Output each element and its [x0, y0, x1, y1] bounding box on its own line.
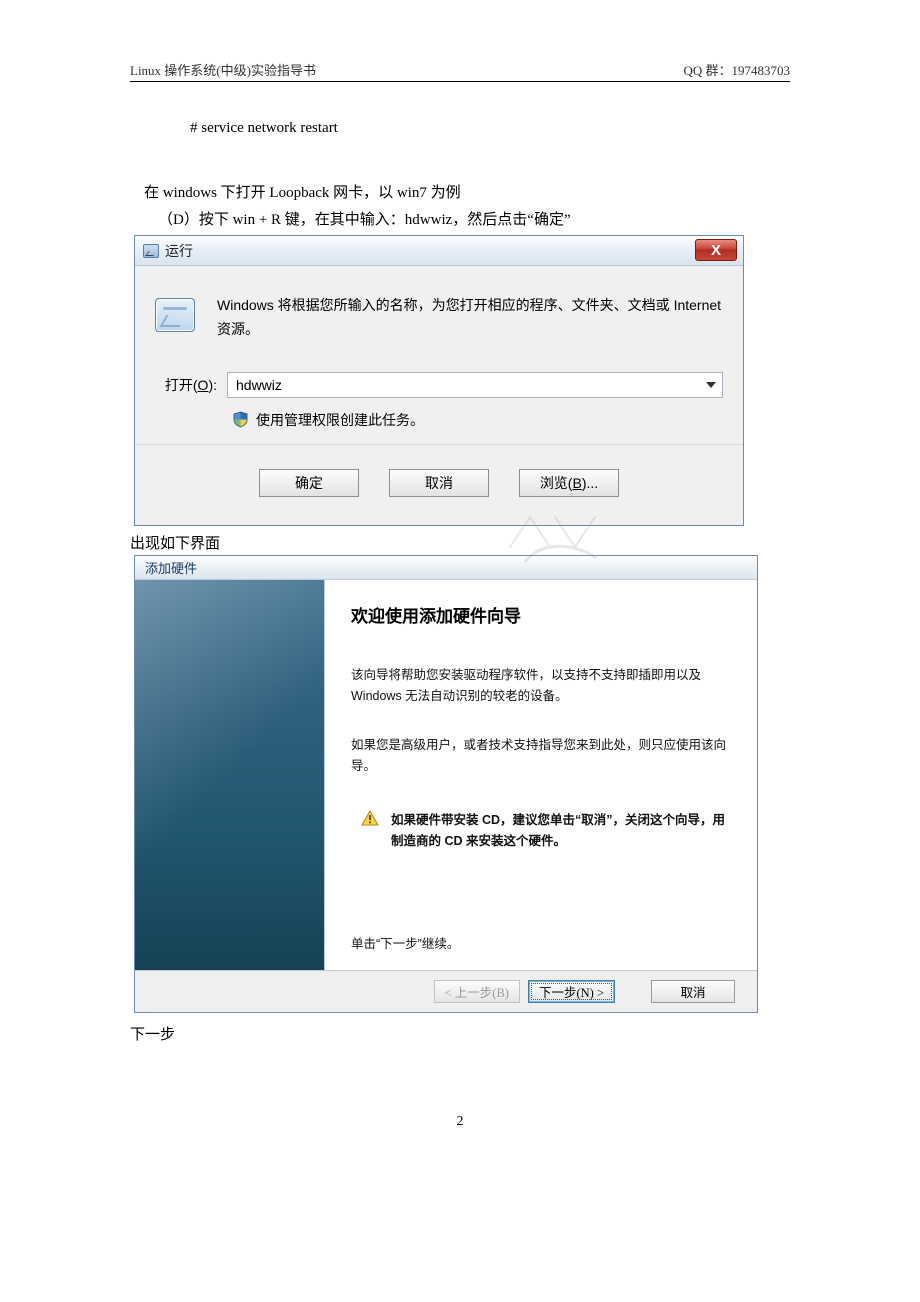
run-dialog: 运行 X Windows 将根据您所输入的名称，为您打开相应的程序、文件夹、文档… — [134, 235, 744, 526]
open-combobox-value: hdwwiz — [236, 377, 282, 393]
wizard-heading: 欢迎使用添加硬件向导 — [351, 602, 729, 627]
browse-button[interactable]: 浏览(B)... — [519, 469, 619, 497]
open-label-key: O — [198, 377, 209, 393]
admin-text: 使用管理权限创建此任务。 — [256, 410, 424, 430]
cancel-button[interactable]: 取消 — [389, 469, 489, 497]
wizard-side-banner — [135, 580, 325, 970]
browse-key: B — [572, 475, 581, 491]
shield-icon — [233, 411, 248, 428]
wizard-continue-text: 单击“下一步”继续。 — [351, 933, 729, 960]
run-large-icon — [155, 298, 195, 332]
ok-button[interactable]: 确定 — [259, 469, 359, 497]
run-dialog-footer: 确定 取消 浏览(B)... — [135, 444, 743, 525]
after-text: 下一步 — [130, 1023, 790, 1044]
next-button[interactable]: 下一步(N) > — [528, 980, 615, 1003]
between-text: 出现如下界面 — [130, 532, 790, 553]
browse-prefix: 浏览( — [540, 473, 573, 493]
wizard-warning-text: 如果硬件带安装 CD，建议您单击“取消”，关闭这个向导，用制造商的 CD 来安装… — [391, 810, 729, 853]
open-label: 打开(O): — [155, 375, 217, 395]
close-icon: X — [711, 242, 721, 259]
wizard-footer: < 上一步(B) 下一步(N) > 取消 — [135, 970, 757, 1012]
open-label-suffix: ): — [208, 377, 217, 393]
run-dialog-title: 运行 — [165, 241, 193, 261]
chevron-down-icon[interactable] — [706, 382, 716, 388]
run-description: Windows 将根据您所输入的名称，为您打开相应的程序、文件夹、文档或 Int… — [217, 294, 723, 342]
add-hardware-wizard: 添加硬件 欢迎使用添加硬件向导 该向导将帮助您安装驱动程序软件，以支持不支持即插… — [134, 555, 758, 1013]
close-button[interactable]: X — [695, 239, 737, 261]
wizard-paragraph-2: 如果您是高级用户，或者技术支持指导您来到此处，则只应使用该向导。 — [351, 735, 729, 778]
page-number: 2 — [130, 1114, 790, 1130]
browse-suffix: )... — [582, 475, 598, 491]
intro-line-2: （D）按下 win + R 键，在其中输入：hdwwiz，然后点击“确定” — [158, 209, 790, 232]
wizard-window-title: 添加硬件 — [145, 558, 197, 577]
run-icon — [143, 244, 159, 258]
header-right: QQ 群：197483703 — [683, 60, 790, 79]
open-label-prefix: 打开( — [165, 377, 198, 393]
wizard-paragraph-1: 该向导将帮助您安装驱动程序软件，以支持不支持即插即用以及 Windows 无法自… — [351, 665, 729, 708]
wizard-cancel-button[interactable]: 取消 — [651, 980, 735, 1003]
intro-line-1: 在 windows 下打开 Loopback 网卡，以 win7 为例 — [144, 182, 790, 205]
run-dialog-titlebar: 运行 X — [135, 236, 743, 266]
command-line: # service network restart — [190, 120, 790, 137]
open-combobox[interactable]: hdwwiz — [227, 372, 723, 398]
header-left: Linux 操作系统(中级)实验指导书 — [130, 60, 316, 79]
warning-icon — [361, 810, 379, 826]
wizard-titlebar: 添加硬件 — [135, 556, 757, 580]
back-button: < 上一步(B) — [434, 980, 520, 1003]
page-header: Linux 操作系统(中级)实验指导书 QQ 群：197483703 — [130, 60, 790, 82]
